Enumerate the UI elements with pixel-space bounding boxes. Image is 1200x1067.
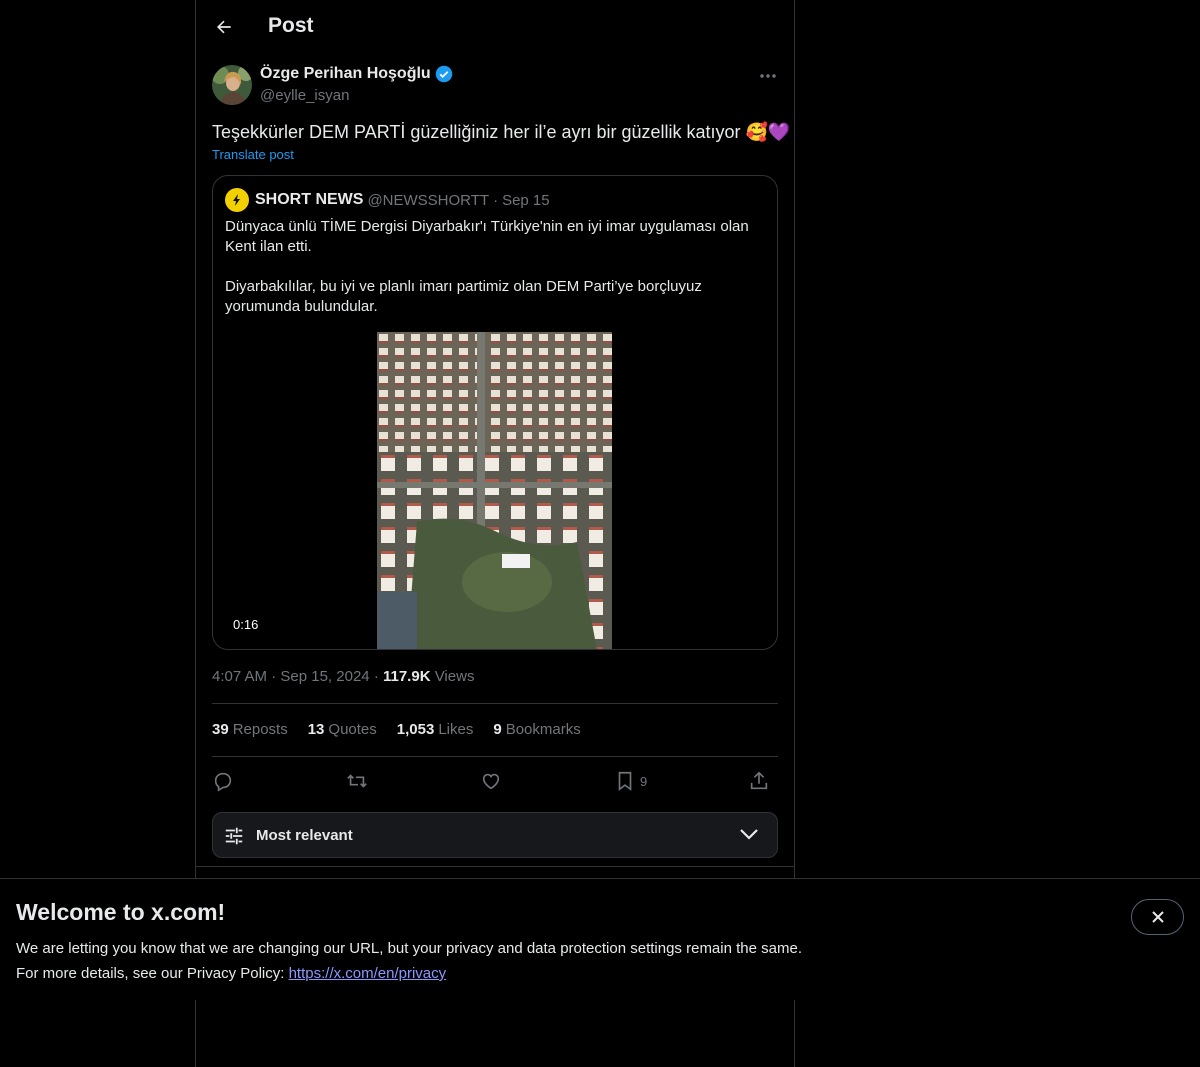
engagement-stats: 39 Reposts 13 Quotes 1,053 Likes 9 Bookmarks	[212, 721, 581, 738]
reply-sort-dropdown[interactable]: Most relevant	[212, 812, 778, 858]
url-change-banner: Welcome to x.com! We are letting you kno…	[0, 878, 1200, 1000]
bookmark-button[interactable]: 9	[614, 766, 647, 796]
sort-label: Most relevant	[256, 827, 353, 844]
likes-stat[interactable]: 1,053 Likes	[397, 721, 474, 738]
separator-dot: ·	[493, 191, 499, 209]
separator-dot: ·	[373, 668, 379, 685]
privacy-policy-link[interactable]: https://x.com/en/privacy	[289, 965, 447, 982]
video-duration: 0:16	[225, 615, 267, 634]
quoted-paragraph-2: Diyarbakılılar, bu iyi ve planlı imarı p…	[225, 278, 702, 315]
author-name[interactable]: Özge Perihan Hoşoğlu	[260, 65, 453, 83]
repost-icon	[347, 774, 367, 788]
share-icon	[750, 771, 768, 790]
close-banner-button[interactable]	[1131, 899, 1184, 935]
quoted-post-header: SHORT NEWS @NEWSSHORTT · Sep 15	[225, 188, 550, 212]
author-handle[interactable]: @eylle_isyan	[260, 87, 349, 104]
back-button[interactable]	[208, 11, 240, 43]
banner-line-1: We are letting you know that we are chan…	[16, 940, 802, 957]
share-button[interactable]	[748, 766, 770, 796]
views-label: Views	[434, 668, 475, 685]
more-button[interactable]	[756, 64, 780, 88]
divider	[196, 866, 794, 867]
quoted-avatar[interactable]	[225, 188, 249, 212]
views-count: 117.9K	[382, 668, 431, 685]
sliders-icon	[225, 827, 243, 845]
video-thumbnail[interactable]	[377, 332, 612, 649]
page-title: Post	[268, 14, 314, 37]
banner-title: Welcome to x.com!	[16, 899, 226, 925]
reply-button[interactable]	[212, 766, 234, 796]
quotes-stat[interactable]: 13 Quotes	[308, 721, 377, 738]
post-date[interactable]: Sep 15, 2024	[280, 668, 369, 685]
banner-line-2-prefix: For more details, see our Privacy Policy…	[16, 965, 289, 982]
action-bar: 9	[212, 766, 778, 796]
reply-icon	[214, 772, 232, 792]
translate-post-link[interactable]: Translate post	[212, 147, 294, 162]
like-button[interactable]	[480, 766, 502, 796]
post-time[interactable]: 4:07 AM	[212, 668, 267, 685]
like-icon	[482, 773, 500, 790]
bookmark-icon	[618, 771, 632, 791]
author-name-text: Özge Perihan Hoşoğlu	[260, 65, 431, 82]
repost-button[interactable]	[346, 766, 368, 796]
banner-text: We are letting you know that we are chan…	[16, 936, 802, 986]
quoted-date: Sep 15	[502, 191, 550, 209]
divider	[212, 756, 778, 757]
quoted-author-handle: @NEWSSHORTT	[367, 191, 490, 209]
close-icon	[1151, 911, 1164, 923]
banner-line-2: For more details, see our Privacy Policy…	[16, 961, 802, 986]
quoted-post-card[interactable]: SHORT NEWS @NEWSSHORTT · Sep 15 Dünyaca …	[212, 175, 778, 650]
avatar[interactable]	[212, 65, 252, 105]
quoted-post-text: Dünyaca ünlü TİME Dergisi Diyarbakır'ı T…	[225, 217, 765, 317]
lightning-logo-icon	[233, 194, 240, 206]
page-header: Post	[196, 0, 794, 54]
more-icon	[760, 74, 776, 78]
quoted-paragraph-1: Dünyaca ünlü TİME Dergisi Diyarbakır'ı T…	[225, 218, 749, 255]
verified-badge-icon	[435, 65, 452, 83]
separator-dot: ·	[271, 668, 277, 685]
back-arrow-icon	[217, 20, 231, 34]
reposts-stat[interactable]: 39 Reposts	[212, 721, 288, 738]
divider	[212, 703, 778, 704]
quoted-author-name: SHORT NEWS	[255, 191, 364, 208]
post-metadata: 4:07 AM · Sep 15, 2024 · 117.9K Views	[212, 668, 474, 685]
chevron-down-icon	[740, 829, 758, 840]
post-text: Teşekkürler DEM PARTİ güzelliğiniz her i…	[212, 122, 791, 142]
bookmark-count: 9	[640, 773, 648, 789]
bookmarks-stat[interactable]: 9 Bookmarks	[493, 721, 580, 738]
